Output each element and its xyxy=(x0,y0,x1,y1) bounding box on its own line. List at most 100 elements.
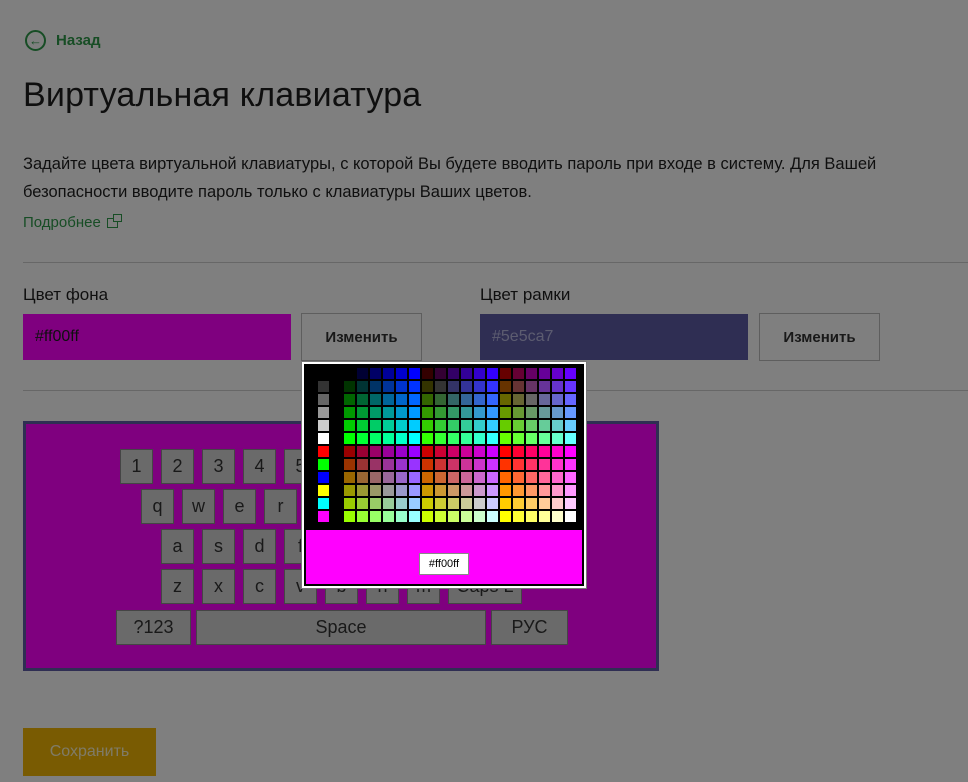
palette-swatch[interactable] xyxy=(435,381,446,392)
palette-swatch[interactable] xyxy=(526,407,537,418)
palette-swatch[interactable] xyxy=(461,368,472,379)
palette-swatch[interactable] xyxy=(448,485,459,496)
palette-swatch[interactable] xyxy=(500,420,511,431)
palette-swatch[interactable] xyxy=(513,381,524,392)
palette-swatch[interactable] xyxy=(422,394,433,405)
palette-swatch[interactable] xyxy=(565,446,576,457)
palette-swatch[interactable] xyxy=(552,394,563,405)
palette-swatch[interactable] xyxy=(383,420,394,431)
palette-swatch[interactable] xyxy=(409,407,420,418)
palette-swatch[interactable] xyxy=(513,368,524,379)
palette-swatch[interactable] xyxy=(344,446,355,457)
palette-swatch[interactable] xyxy=(526,498,537,509)
palette-swatch[interactable] xyxy=(448,498,459,509)
palette-swatch[interactable] xyxy=(357,368,368,379)
palette-swatch[interactable] xyxy=(461,407,472,418)
palette-swatch[interactable] xyxy=(565,498,576,509)
palette-swatch[interactable] xyxy=(409,511,420,522)
palette-swatch[interactable] xyxy=(461,433,472,444)
palette-swatch[interactable] xyxy=(487,381,498,392)
more-link[interactable]: Подробнее xyxy=(23,213,122,231)
palette-swatch[interactable] xyxy=(344,407,355,418)
palette-swatch[interactable] xyxy=(552,407,563,418)
palette-swatch[interactable] xyxy=(422,407,433,418)
palette-swatch[interactable] xyxy=(435,472,446,483)
palette-swatch[interactable] xyxy=(383,433,394,444)
palette-swatch[interactable] xyxy=(526,394,537,405)
palette-swatch[interactable] xyxy=(422,381,433,392)
palette-swatch[interactable] xyxy=(344,498,355,509)
palette-swatch[interactable] xyxy=(474,498,485,509)
palette-swatch[interactable] xyxy=(318,381,329,392)
palette-swatch[interactable] xyxy=(565,394,576,405)
palette-swatch[interactable] xyxy=(539,394,550,405)
palette-swatch[interactable] xyxy=(461,472,472,483)
palette-swatch[interactable] xyxy=(448,381,459,392)
palette-swatch[interactable] xyxy=(344,394,355,405)
palette-swatch[interactable] xyxy=(422,472,433,483)
palette-swatch[interactable] xyxy=(565,472,576,483)
palette-swatch[interactable] xyxy=(370,446,381,457)
palette-swatch[interactable] xyxy=(565,459,576,470)
palette-swatch[interactable] xyxy=(448,511,459,522)
palette-swatch[interactable] xyxy=(474,381,485,392)
palette-swatch[interactable] xyxy=(357,446,368,457)
palette-swatch[interactable] xyxy=(500,368,511,379)
palette-swatch[interactable] xyxy=(409,459,420,470)
palette-swatch[interactable] xyxy=(487,498,498,509)
palette-swatch[interactable] xyxy=(500,394,511,405)
palette-swatch[interactable] xyxy=(552,446,563,457)
palette-swatch[interactable] xyxy=(370,368,381,379)
palette-swatch[interactable] xyxy=(526,420,537,431)
palette-swatch[interactable] xyxy=(461,511,472,522)
palette-swatch[interactable] xyxy=(487,368,498,379)
palette-swatch[interactable] xyxy=(448,459,459,470)
palette-swatch[interactable] xyxy=(409,446,420,457)
palette-swatch[interactable] xyxy=(409,433,420,444)
palette-swatch[interactable] xyxy=(357,420,368,431)
palette-swatch[interactable] xyxy=(370,498,381,509)
palette-swatch[interactable] xyxy=(422,498,433,509)
palette-swatch[interactable] xyxy=(513,459,524,470)
palette-swatch[interactable] xyxy=(500,446,511,457)
palette-swatch[interactable] xyxy=(396,433,407,444)
palette-swatch[interactable] xyxy=(435,459,446,470)
palette-swatch[interactable] xyxy=(552,381,563,392)
palette-swatch[interactable] xyxy=(396,394,407,405)
palette-swatch[interactable] xyxy=(318,368,329,379)
palette-swatch[interactable] xyxy=(487,407,498,418)
palette-swatch[interactable] xyxy=(474,420,485,431)
color-palette-grid[interactable] xyxy=(306,366,582,526)
palette-swatch[interactable] xyxy=(500,498,511,509)
palette-swatch[interactable] xyxy=(396,459,407,470)
palette-swatch[interactable] xyxy=(539,381,550,392)
palette-swatch[interactable] xyxy=(344,433,355,444)
palette-swatch[interactable] xyxy=(474,446,485,457)
palette-swatch[interactable] xyxy=(448,446,459,457)
palette-swatch[interactable] xyxy=(318,433,329,444)
palette-swatch[interactable] xyxy=(422,433,433,444)
palette-swatch[interactable] xyxy=(552,498,563,509)
palette-swatch[interactable] xyxy=(552,485,563,496)
palette-swatch[interactable] xyxy=(513,433,524,444)
palette-swatch[interactable] xyxy=(474,368,485,379)
palette-swatch[interactable] xyxy=(409,420,420,431)
palette-swatch[interactable] xyxy=(552,472,563,483)
palette-swatch[interactable] xyxy=(383,485,394,496)
change-border-button[interactable]: Изменить xyxy=(759,313,880,361)
palette-swatch[interactable] xyxy=(318,394,329,405)
palette-swatch[interactable] xyxy=(526,368,537,379)
palette-swatch[interactable] xyxy=(396,381,407,392)
palette-swatch[interactable] xyxy=(461,381,472,392)
palette-swatch[interactable] xyxy=(435,433,446,444)
palette-swatch[interactable] xyxy=(422,420,433,431)
palette-swatch[interactable] xyxy=(344,381,355,392)
palette-swatch[interactable] xyxy=(552,511,563,522)
palette-swatch[interactable] xyxy=(318,446,329,457)
palette-swatch[interactable] xyxy=(396,446,407,457)
palette-swatch[interactable] xyxy=(474,485,485,496)
palette-swatch[interactable] xyxy=(357,498,368,509)
palette-swatch[interactable] xyxy=(526,485,537,496)
palette-swatch[interactable] xyxy=(357,459,368,470)
palette-swatch[interactable] xyxy=(526,381,537,392)
